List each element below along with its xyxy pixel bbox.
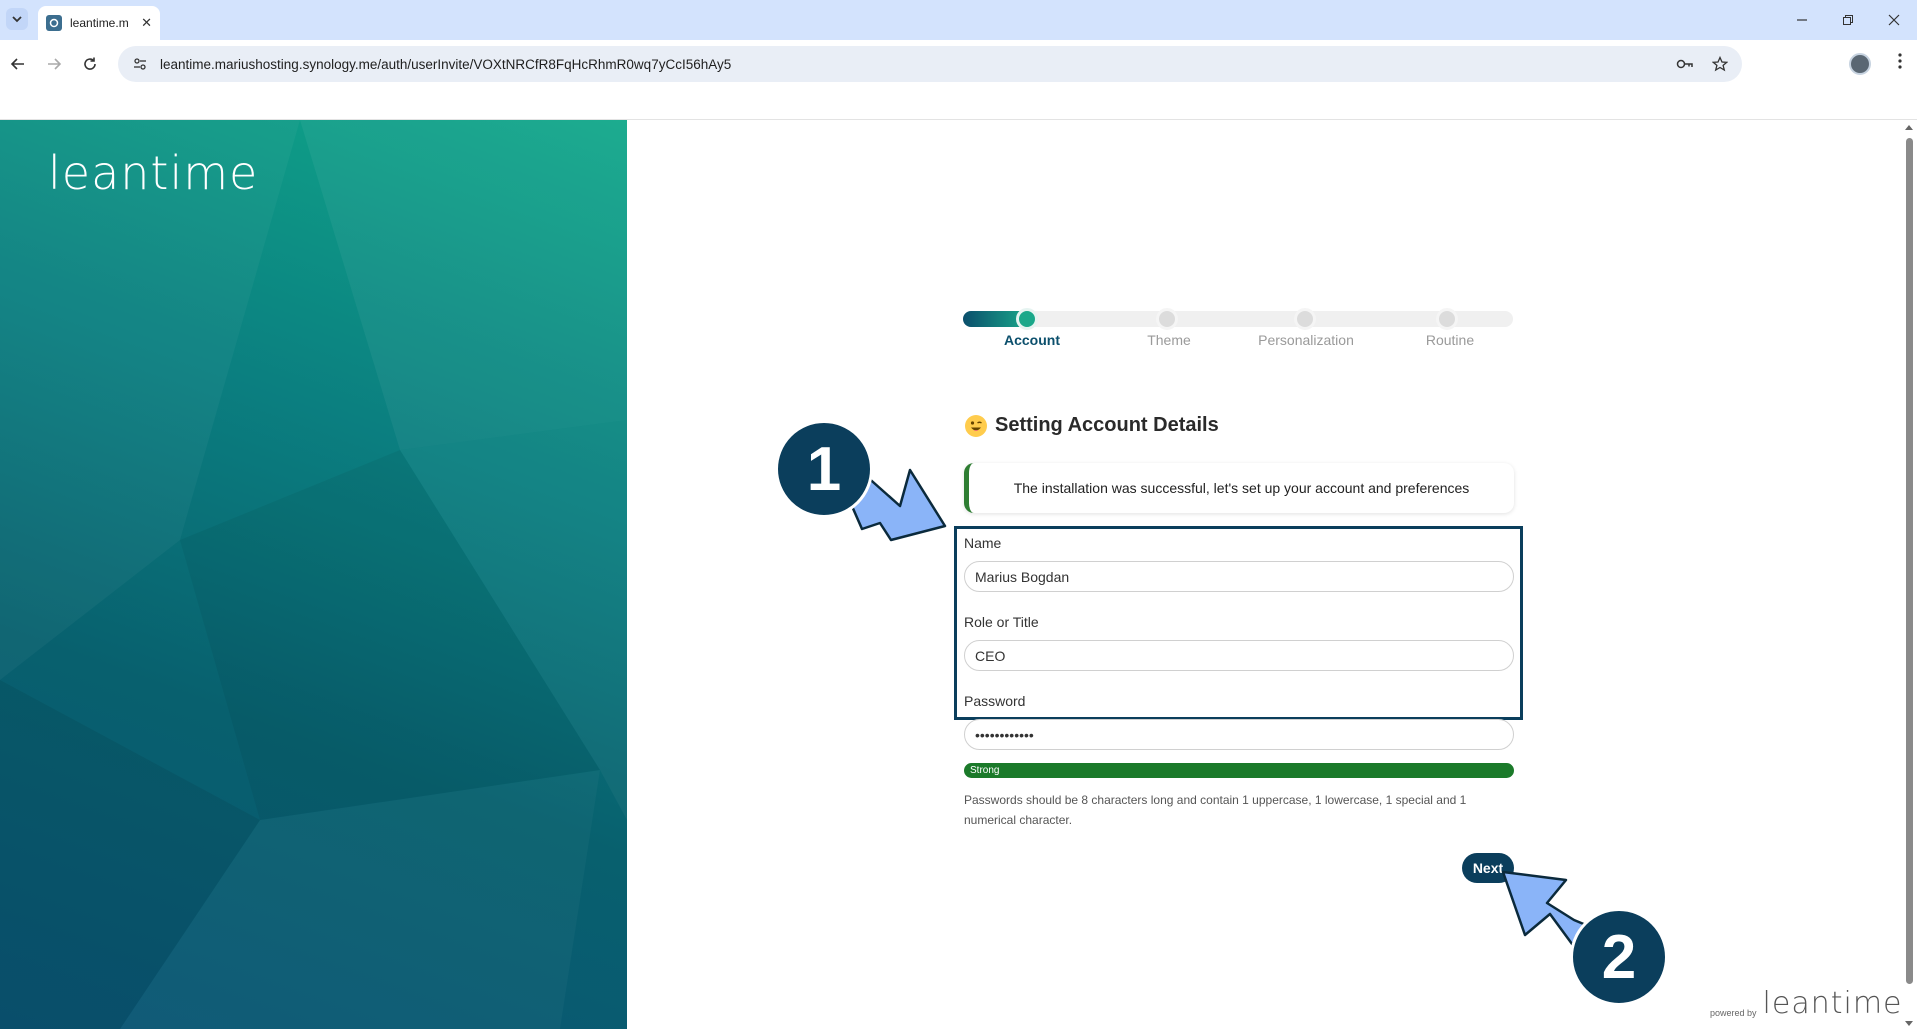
page-scrollbar[interactable] xyxy=(1903,120,1915,1029)
annotation-badge-2: 2 xyxy=(1570,908,1668,1006)
tab-title: leantime.m xyxy=(70,16,129,30)
reload-button[interactable] xyxy=(78,52,102,76)
powered-by-text: powered by xyxy=(1710,1008,1757,1018)
step-label-personalization[interactable]: Personalization xyxy=(1236,332,1376,348)
browser-tab-bar: leantime.m ✕ xyxy=(0,0,1917,40)
browser-toolbar: leantime.mariushosting.synology.me/auth/… xyxy=(0,40,1917,120)
browser-menu-button[interactable] xyxy=(1897,52,1903,75)
site-info-icon[interactable] xyxy=(132,56,148,72)
chevron-down-icon xyxy=(12,16,22,23)
scrollbar-thumb[interactable] xyxy=(1906,138,1913,984)
profile-avatar[interactable] xyxy=(1849,53,1871,75)
close-window-button[interactable] xyxy=(1871,0,1917,40)
more-vertical-icon xyxy=(1898,53,1902,69)
bookmark-star-icon[interactable] xyxy=(1712,56,1728,72)
name-label: Name xyxy=(964,535,1002,551)
name-input[interactable]: Marius Bogdan xyxy=(964,561,1514,592)
password-key-icon[interactable] xyxy=(1676,57,1694,71)
password-input[interactable]: •••••••••••• xyxy=(964,719,1514,750)
leantime-favicon-icon xyxy=(46,15,62,31)
powered-by: powered by leantime xyxy=(1710,986,1903,1021)
close-icon xyxy=(1888,14,1900,26)
onboarding-stepper xyxy=(963,300,1513,360)
success-alert: The installation was successful, let's s… xyxy=(964,463,1514,513)
window-controls xyxy=(1779,0,1917,40)
page-title: Setting Account Details xyxy=(995,414,1219,436)
browser-tab[interactable]: leantime.m ✕ xyxy=(38,6,160,40)
scroll-up-icon[interactable] xyxy=(1903,122,1915,132)
step-dot-routine[interactable] xyxy=(1436,308,1458,330)
password-strength-meter: Strong xyxy=(964,763,1514,778)
next-button[interactable]: Next xyxy=(1462,853,1514,883)
step-dot-personalization[interactable] xyxy=(1294,308,1316,330)
restore-icon xyxy=(1843,15,1853,25)
step-dot-account[interactable] xyxy=(1016,308,1038,330)
annotation-highlight-box xyxy=(954,526,1523,720)
form-heading: Setting Account Details xyxy=(965,414,1219,437)
restore-button[interactable] xyxy=(1825,0,1871,40)
step-label-theme[interactable]: Theme xyxy=(1099,332,1239,348)
page-content: leantime Account Theme Personalization R… xyxy=(0,120,1917,1029)
step-label-account[interactable]: Account xyxy=(962,332,1102,348)
role-label: Role or Title xyxy=(964,614,1039,630)
minimize-button[interactable] xyxy=(1779,0,1825,40)
annotation-badge-1: 1 xyxy=(775,420,873,518)
address-bar[interactable]: leantime.mariushosting.synology.me/auth/… xyxy=(118,46,1742,82)
step-dot-theme[interactable] xyxy=(1156,308,1178,330)
arrow-left-icon xyxy=(10,58,24,70)
leantime-logo[interactable]: leantime xyxy=(48,146,258,200)
brand-panel: leantime xyxy=(0,120,627,1029)
stepper-track xyxy=(963,311,1513,327)
reload-icon xyxy=(84,57,96,70)
minimize-icon xyxy=(1797,19,1807,21)
role-input[interactable]: CEO xyxy=(964,640,1514,671)
url-text[interactable]: leantime.mariushosting.synology.me/auth/… xyxy=(160,57,1676,72)
forward-button[interactable] xyxy=(42,52,66,76)
background-pattern xyxy=(0,120,627,1029)
scroll-down-icon[interactable] xyxy=(1903,1019,1915,1029)
powered-by-logo[interactable]: leantime xyxy=(1763,986,1903,1021)
tab-close-icon[interactable]: ✕ xyxy=(141,15,152,31)
tab-search-button[interactable] xyxy=(6,8,28,30)
winking-face-emoji-icon xyxy=(965,414,987,437)
password-hint: Passwords should be 8 characters long an… xyxy=(964,793,1467,827)
arrow-right-icon xyxy=(48,58,62,70)
back-button[interactable] xyxy=(6,52,30,76)
step-label-routine[interactable]: Routine xyxy=(1380,332,1520,348)
password-label: Password xyxy=(964,693,1026,709)
